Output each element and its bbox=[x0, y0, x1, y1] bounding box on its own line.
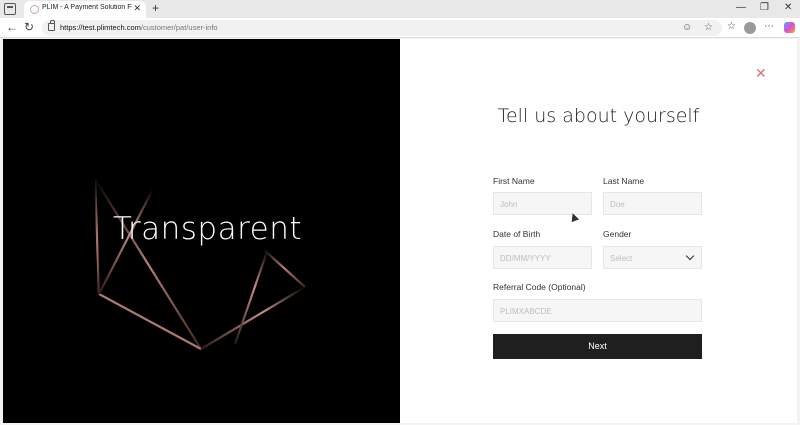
browser-toolbar: ← ↻ https://test.plimtech.com/customer/p… bbox=[0, 18, 800, 38]
line-inner-right bbox=[233, 248, 270, 345]
tab-title: PLIM - A Payment Solution For Th bbox=[42, 4, 132, 11]
favorites-icon[interactable]: ☆ bbox=[727, 21, 736, 32]
url-path: /customer/pat/user-info bbox=[140, 23, 218, 32]
restore-button[interactable]: ❐ bbox=[760, 2, 769, 13]
first-name-field[interactable]: John bbox=[493, 192, 592, 215]
favorite-star-icon[interactable]: ☆ bbox=[704, 22, 713, 33]
reload-icon[interactable]: ↻ bbox=[24, 20, 34, 34]
browser-tab-bar: PLIM - A Payment Solution For Th ✕ + — ❐… bbox=[0, 0, 800, 18]
user-info-form: ✕ Tell us about yourself First Name John… bbox=[400, 39, 797, 423]
hero-title: Transparent bbox=[113, 211, 303, 247]
line-diagonal-main bbox=[94, 178, 202, 350]
dob-label: Date of Birth bbox=[493, 229, 541, 239]
referral-code-field[interactable]: PLIMXABCDE bbox=[493, 299, 702, 322]
new-tab-button[interactable]: + bbox=[152, 1, 159, 15]
line-left-edge bbox=[93, 178, 101, 295]
browser-tab[interactable]: PLIM - A Payment Solution For Th ✕ bbox=[24, 1, 146, 18]
tab-close-icon[interactable]: ✕ bbox=[133, 3, 141, 14]
gender-select[interactable]: Select bbox=[603, 246, 702, 269]
dob-field[interactable]: DD/MM/YYYY bbox=[493, 246, 592, 269]
address-bar[interactable]: https://test.plimtech.com/customer/pat/u… bbox=[42, 20, 722, 36]
url-text[interactable]: https://test.plimtech.com/customer/pat/u… bbox=[60, 23, 218, 32]
close-icon[interactable]: ✕ bbox=[755, 65, 767, 82]
url-host: https://test.plimtech.com bbox=[60, 23, 141, 32]
reader-mode-icon[interactable]: ☺ bbox=[682, 22, 692, 33]
next-button[interactable]: Next bbox=[493, 334, 702, 359]
more-menu-icon[interactable]: ⋯ bbox=[764, 21, 774, 32]
close-window-button[interactable]: ✕ bbox=[784, 2, 792, 13]
first-name-label: First Name bbox=[493, 176, 535, 186]
lock-icon[interactable] bbox=[48, 20, 55, 31]
tab-actions-icon[interactable] bbox=[4, 3, 16, 15]
page-title: Tell us about yourself bbox=[497, 105, 700, 127]
favicon-icon bbox=[30, 5, 39, 14]
gender-select-value: Select bbox=[610, 254, 633, 263]
page-content: Transparent ✕ Tell us about yourself Fir… bbox=[3, 39, 797, 423]
gender-label: Gender bbox=[603, 229, 632, 239]
hero-panel: Transparent bbox=[3, 39, 400, 423]
minimize-button[interactable]: — bbox=[736, 2, 746, 13]
referral-label: Referral Code (Optional) bbox=[493, 282, 586, 292]
copilot-icon[interactable] bbox=[784, 22, 795, 33]
line-bottom-right bbox=[200, 286, 306, 350]
line-bottom-left bbox=[98, 293, 202, 350]
last-name-label: Last Name bbox=[603, 176, 645, 186]
chevron-down-icon bbox=[685, 251, 695, 261]
back-icon[interactable]: ← bbox=[6, 20, 18, 34]
line-right-top bbox=[262, 248, 306, 288]
last-name-field[interactable]: Doe bbox=[603, 192, 702, 215]
profile-avatar[interactable] bbox=[744, 22, 756, 34]
